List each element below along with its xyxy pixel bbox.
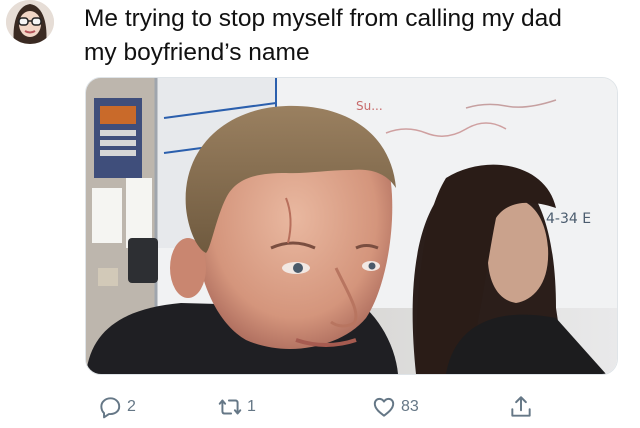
- whiteboard-text: 4-34 E: [546, 211, 591, 227]
- like-icon: [373, 397, 395, 417]
- tweet-text: Me trying to stop myself from calling my…: [84, 2, 632, 70]
- reply-button[interactable]: 2: [97, 389, 136, 425]
- reply-count: 2: [127, 398, 136, 415]
- meme-photo: Su... 4-34 E: [86, 78, 617, 374]
- like-count: 83: [401, 398, 419, 415]
- tweet-text-line1: Me trying to stop myself from calling my…: [84, 5, 562, 32]
- like-button[interactable]: 83: [371, 389, 419, 425]
- tweet-actions: 2 1 83: [85, 389, 616, 425]
- share-icon: [511, 396, 531, 417]
- tweet-media-image[interactable]: Su... 4-34 E: [85, 77, 618, 375]
- share-button[interactable]: [508, 389, 538, 425]
- retweet-count: 1: [247, 398, 256, 415]
- retweet-icon: [218, 399, 242, 415]
- whiteboard-scribble: Su...: [356, 99, 383, 113]
- retweet-button[interactable]: 1: [217, 389, 256, 425]
- reply-icon: [100, 397, 121, 419]
- avatar-image: [6, 0, 54, 44]
- avatar[interactable]: [6, 0, 54, 44]
- tweet-text-line2: my boyfriend’s name: [84, 39, 310, 66]
